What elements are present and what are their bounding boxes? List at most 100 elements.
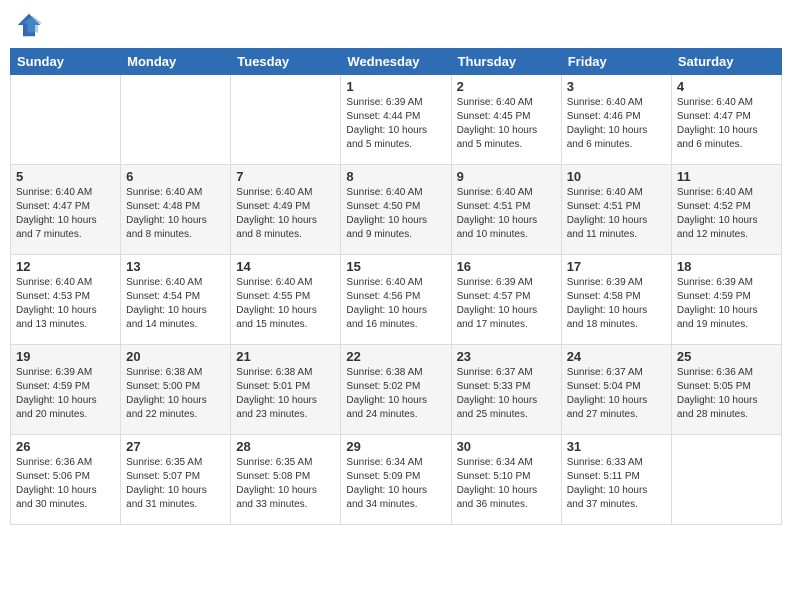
day-detail: Sunrise: 6:38 AM Sunset: 5:02 PM Dayligh… [346,366,445,422]
day-number: 22 [346,349,445,364]
day-header-tuesday: Tuesday [231,49,341,75]
day-number: 2 [457,79,556,94]
day-detail: Sunrise: 6:40 AM Sunset: 4:55 PM Dayligh… [236,276,335,332]
day-detail: Sunrise: 6:40 AM Sunset: 4:47 PM Dayligh… [677,96,776,152]
calendar-cell: 28 Sunrise: 6:35 AM Sunset: 5:08 PM Dayli… [231,435,341,525]
calendar-week-2: 5 Sunrise: 6:40 AM Sunset: 4:47 PM Daylig… [11,165,782,255]
day-number: 5 [16,169,115,184]
calendar-cell: 9 Sunrise: 6:40 AM Sunset: 4:51 PM Daylig… [451,165,561,255]
day-header-wednesday: Wednesday [341,49,451,75]
day-detail: Sunrise: 6:39 AM Sunset: 4:58 PM Dayligh… [567,276,666,332]
day-detail: Sunrise: 6:39 AM Sunset: 4:59 PM Dayligh… [16,366,115,422]
calendar-cell [121,75,231,165]
calendar-cell: 25Sunrise: 6:36 AM Sunset: 5:05 PM Dayli… [671,345,781,435]
calendar-cell: 3 Sunrise: 6:40 AM Sunset: 4:46 PM Daylig… [561,75,671,165]
day-detail: Sunrise: 6:40 AM Sunset: 4:46 PM Dayligh… [567,96,666,152]
day-detail: Sunrise: 6:39 AM Sunset: 4:44 PM Dayligh… [346,96,445,152]
day-number: 19 [16,349,115,364]
calendar-cell: 8 Sunrise: 6:40 AM Sunset: 4:50 PM Daylig… [341,165,451,255]
calendar-cell [231,75,341,165]
calendar-cell: 2Sunrise: 6:40 AM Sunset: 4:45 PM Daylig… [451,75,561,165]
day-detail: Sunrise: 6:35 AM Sunset: 5:08 PM Dayligh… [236,456,335,512]
day-header-friday: Friday [561,49,671,75]
calendar-week-5: 26Sunrise: 6:36 AM Sunset: 5:06 PM Dayli… [11,435,782,525]
day-detail: Sunrise: 6:37 AM Sunset: 5:33 PM Dayligh… [457,366,556,422]
calendar-cell: 15 Sunrise: 6:40 AM Sunset: 4:56 PM Dayli… [341,255,451,345]
day-detail: Sunrise: 6:40 AM Sunset: 4:48 PM Dayligh… [126,186,225,242]
day-number: 16 [457,259,556,274]
day-detail: Sunrise: 6:40 AM Sunset: 4:52 PM Dayligh… [677,186,776,242]
calendar-week-3: 12 Sunrise: 6:40 AM Sunset: 4:53 PM Dayli… [11,255,782,345]
calendar-cell: 10 Sunrise: 6:40 AM Sunset: 4:51 PM Dayli… [561,165,671,255]
calendar-cell: 16 Sunrise: 6:39 AM Sunset: 4:57 PM Dayli… [451,255,561,345]
calendar-week-4: 19 Sunrise: 6:39 AM Sunset: 4:59 PM Dayli… [11,345,782,435]
day-detail: Sunrise: 6:38 AM Sunset: 5:00 PM Dayligh… [126,366,225,422]
calendar-cell: 12 Sunrise: 6:40 AM Sunset: 4:53 PM Dayli… [11,255,121,345]
day-detail: Sunrise: 6:40 AM Sunset: 4:51 PM Dayligh… [567,186,666,242]
calendar-cell: 4 Sunrise: 6:40 AM Sunset: 4:47 PM Daylig… [671,75,781,165]
calendar-cell: 24Sunrise: 6:37 AM Sunset: 5:04 PM Dayli… [561,345,671,435]
day-number: 10 [567,169,666,184]
day-detail: Sunrise: 6:40 AM Sunset: 4:56 PM Dayligh… [346,276,445,332]
day-header-monday: Monday [121,49,231,75]
calendar-cell: 6Sunrise: 6:40 AM Sunset: 4:48 PM Daylig… [121,165,231,255]
day-number: 11 [677,169,776,184]
calendar-cell [671,435,781,525]
calendar-table: SundayMondayTuesdayWednesdayThursdayFrid… [10,48,782,525]
day-header-saturday: Saturday [671,49,781,75]
day-detail: Sunrise: 6:40 AM Sunset: 4:47 PM Dayligh… [16,186,115,242]
day-number: 20 [126,349,225,364]
day-number: 3 [567,79,666,94]
calendar-cell: 30Sunrise: 6:34 AM Sunset: 5:10 PM Dayli… [451,435,561,525]
day-number: 1 [346,79,445,94]
day-number: 31 [567,439,666,454]
day-detail: Sunrise: 6:33 AM Sunset: 5:11 PM Dayligh… [567,456,666,512]
page-header [10,10,782,40]
day-detail: Sunrise: 6:39 AM Sunset: 4:57 PM Dayligh… [457,276,556,332]
day-number: 18 [677,259,776,274]
calendar-cell: 29Sunrise: 6:34 AM Sunset: 5:09 PM Dayli… [341,435,451,525]
day-detail: Sunrise: 6:40 AM Sunset: 4:49 PM Dayligh… [236,186,335,242]
calendar-cell: 31 Sunrise: 6:33 AM Sunset: 5:11 PM Dayli… [561,435,671,525]
calendar-cell: 19 Sunrise: 6:39 AM Sunset: 4:59 PM Dayli… [11,345,121,435]
day-number: 28 [236,439,335,454]
calendar-cell: 18 Sunrise: 6:39 AM Sunset: 4:59 PM Dayli… [671,255,781,345]
day-detail: Sunrise: 6:39 AM Sunset: 4:59 PM Dayligh… [677,276,776,332]
calendar-cell: 5 Sunrise: 6:40 AM Sunset: 4:47 PM Daylig… [11,165,121,255]
day-number: 27 [126,439,225,454]
day-detail: Sunrise: 6:34 AM Sunset: 5:09 PM Dayligh… [346,456,445,512]
day-detail: Sunrise: 6:38 AM Sunset: 5:01 PM Dayligh… [236,366,335,422]
logo-icon [14,10,44,40]
day-number: 17 [567,259,666,274]
day-header-thursday: Thursday [451,49,561,75]
calendar-cell: 26Sunrise: 6:36 AM Sunset: 5:06 PM Dayli… [11,435,121,525]
day-number: 13 [126,259,225,274]
day-detail: Sunrise: 6:40 AM Sunset: 4:54 PM Dayligh… [126,276,225,332]
day-number: 30 [457,439,556,454]
day-number: 8 [346,169,445,184]
logo [14,10,48,40]
calendar-cell: 27Sunrise: 6:35 AM Sunset: 5:07 PM Dayli… [121,435,231,525]
day-detail: Sunrise: 6:40 AM Sunset: 4:51 PM Dayligh… [457,186,556,242]
day-number: 7 [236,169,335,184]
day-number: 14 [236,259,335,274]
calendar-cell [11,75,121,165]
day-number: 26 [16,439,115,454]
day-detail: Sunrise: 6:40 AM Sunset: 4:50 PM Dayligh… [346,186,445,242]
calendar-cell: 13 Sunrise: 6:40 AM Sunset: 4:54 PM Dayli… [121,255,231,345]
day-number: 21 [236,349,335,364]
day-detail: Sunrise: 6:36 AM Sunset: 5:05 PM Dayligh… [677,366,776,422]
day-number: 4 [677,79,776,94]
day-header-sunday: Sunday [11,49,121,75]
calendar-cell: 22 Sunrise: 6:38 AM Sunset: 5:02 PM Dayli… [341,345,451,435]
calendar-header-row: SundayMondayTuesdayWednesdayThursdayFrid… [11,49,782,75]
day-detail: Sunrise: 6:37 AM Sunset: 5:04 PM Dayligh… [567,366,666,422]
day-number: 23 [457,349,556,364]
day-number: 12 [16,259,115,274]
calendar-cell: 11 Sunrise: 6:40 AM Sunset: 4:52 PM Dayli… [671,165,781,255]
day-detail: Sunrise: 6:40 AM Sunset: 4:53 PM Dayligh… [16,276,115,332]
calendar-week-1: 1 Sunrise: 6:39 AM Sunset: 4:44 PM Daylig… [11,75,782,165]
day-number: 15 [346,259,445,274]
day-number: 9 [457,169,556,184]
calendar-cell: 17 Sunrise: 6:39 AM Sunset: 4:58 PM Dayli… [561,255,671,345]
